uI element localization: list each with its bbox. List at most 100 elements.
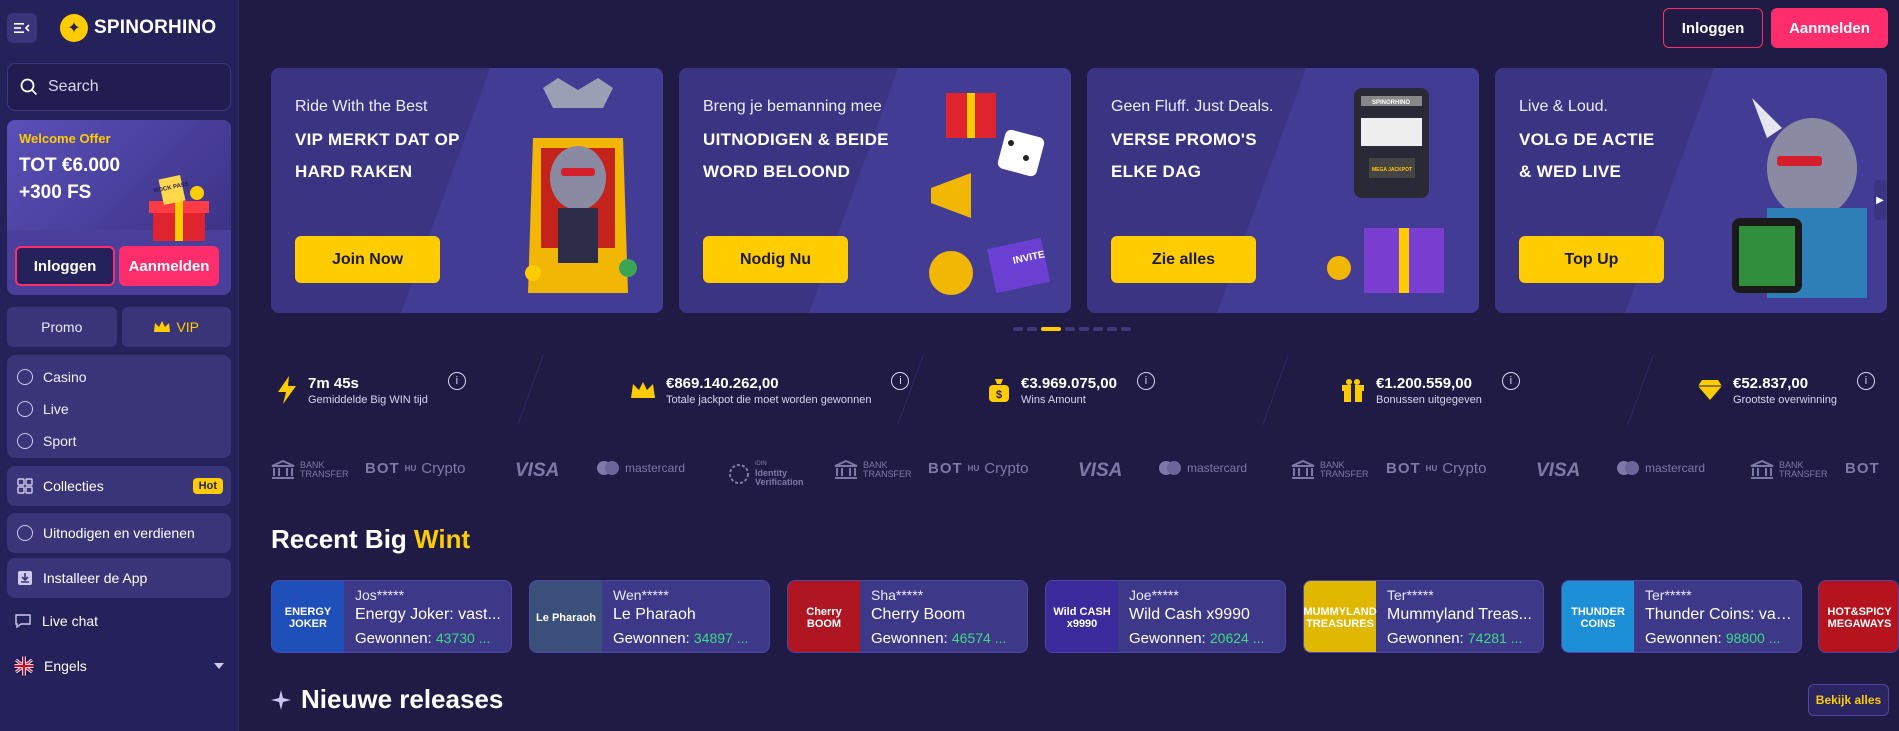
visa-logo: VISA: [1536, 460, 1581, 481]
won-label: Gewonnen:: [355, 630, 436, 647]
won-amount-row: Gewonnen: 46574 ...: [871, 630, 1021, 647]
carousel-dot[interactable]: [1013, 327, 1023, 331]
win-card[interactable]: Cherry BOOM Sha***** Cherry Boom Gewonnen: …: [787, 580, 1028, 653]
game-title[interactable]: Wild Cash x9990: [1129, 606, 1279, 624]
payment-crypto: BOT HU Crypto: [1386, 460, 1486, 477]
banner-headline-line2: ELKE DAG: [1111, 162, 1202, 181]
see-all-button[interactable]: Bekijk alles: [1808, 684, 1889, 716]
vip-button[interactable]: VIP: [121, 307, 231, 347]
stat-value: €869.140.262,00: [666, 374, 779, 392]
info-icon[interactable]: i: [1136, 372, 1155, 390]
language-selector[interactable]: Engels: [14, 654, 224, 678]
vip-label: VIP: [176, 319, 200, 335]
welcome-offer-card[interactable]: Welcome Offer TOT €6.000 +300 FS ROCK PA…: [7, 120, 231, 295]
win-card[interactable]: THUNDER COINS Ter***** Thunder Coins: vas.…: [1561, 580, 1802, 653]
won-amount-row: Gewonnen: 74281 ...: [1387, 630, 1537, 647]
payment-crypto-partial: BOT: [1845, 460, 1895, 477]
game-title[interactable]: Thunder Coins: vas...: [1645, 606, 1795, 624]
stat-bonuses-spent: €1.200.559,00 Bonussen uitgegeven i: [1340, 370, 1520, 410]
game-title[interactable]: Mummyland Treas...: [1387, 606, 1537, 624]
game-title[interactable]: Energy Joker: vast...: [355, 606, 505, 624]
welcome-login-button[interactable]: Inloggen: [15, 246, 115, 286]
stat-label: Bonussen uitgegeven: [1376, 393, 1482, 406]
banner-headline: VERSE PROMO'S ELKE DAG: [1111, 124, 1311, 188]
crypto-label: Crypto: [421, 460, 466, 477]
slot-jackpot-text: MEGA JACKPOT: [1372, 167, 1412, 173]
payment-mastercard: mastercard: [1616, 460, 1705, 476]
win-card[interactable]: Le Pharaoh Wen***** Le Pharaoh Gewonnen: 34…: [529, 580, 770, 653]
banner-kicker: Live & Loud.: [1519, 98, 1608, 115]
carousel-dot[interactable]: [1041, 327, 1061, 331]
game-title[interactable]: Cherry Boom: [871, 606, 1021, 624]
mastercard-label: mastercard: [1645, 461, 1706, 475]
collapse-menu-icon: [14, 23, 30, 33]
banner-headline-line1: UITNODIGEN & BEIDE: [703, 130, 889, 149]
win-card-partial[interactable]: HOT&SPICY MEGAWAYS: [1818, 580, 1899, 653]
promo-banner-invite[interactable]: Breng je bemanning mee UITNODIGEN & BEID…: [679, 68, 1071, 313]
info-icon[interactable]: i: [447, 372, 466, 390]
won-amount-row: Gewonnen: 34897 ...: [613, 630, 763, 647]
sidebar-toggle-button[interactable]: [7, 13, 37, 43]
info-icon[interactable]: i: [891, 372, 910, 390]
banner-headline-line1: VOLG DE ACTIE: [1519, 130, 1655, 149]
carousel-dot[interactable]: [1107, 327, 1117, 331]
nav-item-install-app[interactable]: Installeer de App: [7, 558, 231, 598]
bank-label-line2: TRANSFER: [300, 469, 349, 479]
nav-item-casino[interactable]: Casino: [7, 361, 231, 393]
mastercard-logo-icon: [597, 461, 619, 475]
crypto-brand-sup: HU: [1425, 464, 1438, 473]
nav-item-invite[interactable]: Uitnodigen en verdienen: [7, 513, 231, 553]
won-amount-row: Gewonnen: 20624 ...: [1129, 630, 1279, 647]
win-card[interactable]: ENERGY JOKER Jos***** Energy Joker: vast..…: [271, 580, 512, 653]
banner-kicker: Breng je bemanning mee: [703, 98, 882, 115]
win-card[interactable]: Wild CASH x9990 Joe***** Wild Cash x9990 Ge…: [1045, 580, 1286, 653]
crown-icon: [154, 321, 171, 332]
brand-name: SPINORHINO: [94, 17, 217, 38]
payment-mastercard: mastercard: [596, 460, 685, 476]
carousel-dot[interactable]: [1027, 327, 1037, 331]
stat-label: Wins Amount: [1021, 393, 1086, 406]
header-signup-button[interactable]: Aanmelden: [1771, 8, 1888, 48]
gift-icon: [1342, 379, 1364, 402]
winner-username: Sha*****: [871, 587, 924, 603]
nav-item-sport[interactable]: Sport: [7, 425, 231, 457]
info-icon[interactable]: i: [1501, 372, 1520, 390]
promo-banner-vip[interactable]: Ride With the Best VIP MERKT DAT OP HARD…: [271, 68, 663, 313]
carousel-dot[interactable]: [1065, 327, 1075, 331]
join-now-button[interactable]: Join Now: [295, 236, 440, 283]
invite-coin-icon: [17, 525, 33, 541]
info-icon[interactable]: i: [1856, 372, 1875, 390]
carousel-dot[interactable]: [1121, 327, 1131, 331]
game-title[interactable]: Le Pharaoh: [613, 606, 763, 624]
winner-username: Jos*****: [355, 587, 405, 603]
bank-label-line2: TRANSFER: [863, 469, 912, 479]
bank-icon: [1750, 460, 1774, 479]
promo-banner-live[interactable]: Live & Loud. VOLG DE ACTIE & WED LIVE To…: [1495, 68, 1887, 313]
see-all-deals-button[interactable]: Zie alles: [1111, 236, 1256, 283]
win-card[interactable]: MUMMYLAND TREASURES Ter***** Mummyland Tre…: [1303, 580, 1544, 653]
stat-avg-win-time: 7m 45s Gemiddelde Big WIN tijd i: [276, 370, 466, 410]
game-thumbnail-text: Wild CASH x9990: [1053, 605, 1111, 630]
top-up-button[interactable]: Top Up: [1519, 236, 1664, 283]
carousel-next-arrow[interactable]: ▶: [1874, 180, 1886, 220]
won-label: Gewonnen:: [1129, 630, 1210, 647]
brand-logo[interactable]: ✦ SPINORHINO: [60, 13, 216, 43]
banner-headline: VIP MERKT DAT OP HARD RAKEN: [295, 124, 495, 188]
carousel-dot[interactable]: [1093, 327, 1103, 331]
nav-item-collections[interactable]: Collecties Hot: [7, 466, 231, 506]
invite-now-button[interactable]: Nodig Nu: [703, 236, 848, 283]
live-chat-link[interactable]: Live chat: [14, 609, 224, 633]
casino-chip-icon: [17, 369, 33, 385]
search-input[interactable]: Search: [7, 63, 231, 111]
carousel-dot[interactable]: [1079, 327, 1089, 331]
collections-label: Collecties: [43, 478, 104, 494]
nav-item-live[interactable]: Live: [7, 393, 231, 425]
payment-mastercard: mastercard: [1158, 460, 1247, 476]
promo-button[interactable]: Promo: [7, 307, 117, 347]
rhino-logo-icon: ✦: [60, 14, 88, 42]
welcome-signup-button[interactable]: Aanmelden: [119, 246, 219, 286]
crypto-brand-logo: BOT: [928, 460, 963, 477]
visa-logo: VISA: [1078, 460, 1123, 481]
header-login-button[interactable]: Inloggen: [1663, 8, 1763, 48]
promo-banner-deals[interactable]: Geen Fluff. Just Deals. VERSE PROMO'S EL…: [1087, 68, 1479, 313]
